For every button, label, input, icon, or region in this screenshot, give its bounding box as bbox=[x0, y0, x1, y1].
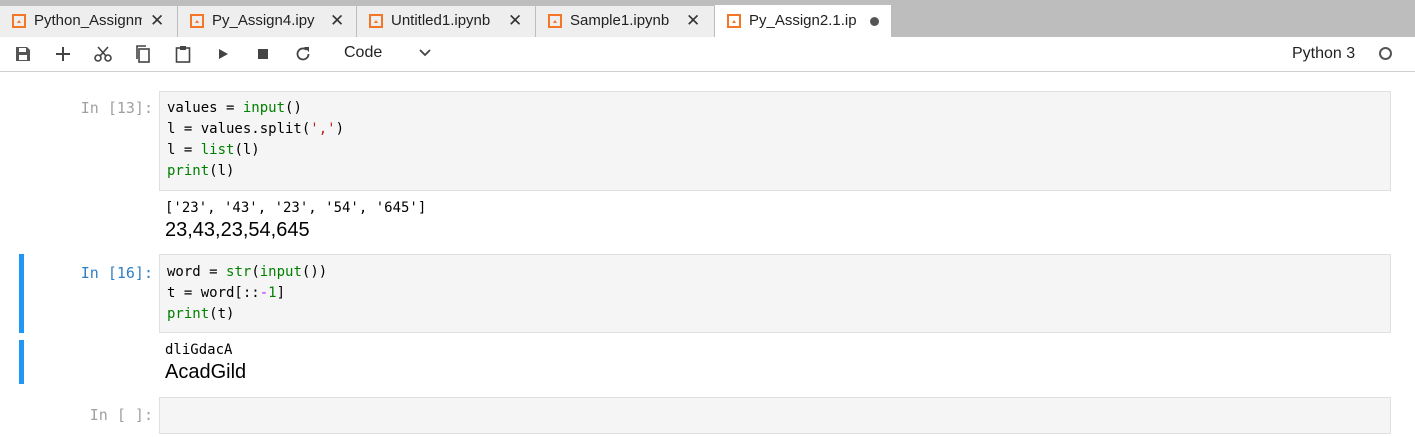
tab-sample1[interactable]: Sample1.ipynb ✕ bbox=[536, 6, 715, 37]
code-editor[interactable] bbox=[159, 397, 1391, 434]
tab-label: Python_Assignm bbox=[34, 12, 142, 29]
cell-prompt: In [16]: bbox=[80, 264, 153, 282]
tab-python-assignm[interactable]: Python_Assignm ✕ bbox=[0, 6, 178, 37]
notebook-icon bbox=[190, 14, 204, 28]
notebook-icon bbox=[12, 14, 26, 28]
output-collapser[interactable] bbox=[19, 340, 24, 384]
copy-icon bbox=[136, 45, 150, 63]
cut-icon bbox=[94, 46, 112, 62]
notebook-icon bbox=[548, 14, 562, 28]
tab-label: Sample1.ipynb bbox=[570, 12, 670, 29]
run-button[interactable] bbox=[211, 43, 235, 65]
unsaved-indicator-icon[interactable] bbox=[870, 17, 879, 26]
cell-prompt: In [ ]: bbox=[89, 406, 153, 424]
code-line: print(t) bbox=[167, 306, 235, 322]
tab-label: Py_Assign4.ipy bbox=[212, 12, 315, 29]
close-icon[interactable]: ✕ bbox=[508, 12, 522, 30]
stop-button[interactable] bbox=[251, 43, 275, 65]
code-editor[interactable]: values = input() l = values.split(',') l… bbox=[159, 91, 1391, 191]
save-button[interactable] bbox=[11, 43, 35, 65]
close-icon[interactable]: ✕ bbox=[150, 12, 164, 30]
chevron-down-icon[interactable] bbox=[418, 46, 432, 60]
code-editor[interactable]: word = str(input()) t = word[::-1] print… bbox=[159, 254, 1391, 333]
notebook-tab-bar: Python_Assignm ✕ Py_Assign4.ipy ✕ Untitl… bbox=[0, 0, 1415, 38]
cut-button[interactable] bbox=[91, 43, 115, 65]
restart-icon bbox=[296, 47, 310, 61]
tab-py-assign2-1[interactable]: Py_Assign2.1.ip bbox=[715, 5, 892, 38]
run-icon bbox=[219, 49, 228, 59]
close-icon[interactable]: ✕ bbox=[686, 12, 700, 30]
code-line: print(l) bbox=[167, 163, 235, 179]
notebook-icon bbox=[727, 14, 741, 28]
tab-label: Untitled1.ipynb bbox=[391, 12, 491, 29]
cell-output: ['23', '43', '23', '54', '645'] bbox=[165, 200, 427, 216]
copy-button[interactable] bbox=[131, 43, 155, 65]
close-icon[interactable]: ✕ bbox=[330, 12, 344, 30]
code-line: l = list(l) bbox=[167, 142, 260, 158]
kernel-status-icon bbox=[1379, 47, 1392, 60]
cell-type-select[interactable]: Code bbox=[344, 44, 382, 62]
add-cell-button[interactable] bbox=[51, 43, 75, 65]
tab-untitled1[interactable]: Untitled1.ipynb ✕ bbox=[357, 6, 536, 37]
cell-output: dliGdacA bbox=[165, 342, 233, 358]
notebook-icon bbox=[369, 14, 383, 28]
code-line: word = str(input()) bbox=[167, 264, 328, 280]
code-line: l = values.split(',') bbox=[167, 121, 345, 137]
stdin-value: AcadGild bbox=[165, 361, 247, 383]
tab-label: Py_Assign2.1.ip bbox=[749, 12, 857, 29]
stdin-value: 23,43,23,54,645 bbox=[165, 219, 310, 241]
restart-button[interactable] bbox=[291, 43, 315, 65]
code-line: values = input() bbox=[167, 100, 302, 116]
code-line: t = word[::-1] bbox=[167, 285, 286, 301]
save-icon bbox=[16, 47, 30, 61]
kernel-name[interactable]: Python 3 bbox=[1292, 45, 1355, 63]
cell-prompt: In [13]: bbox=[80, 99, 153, 117]
paste-button[interactable] bbox=[171, 43, 195, 65]
paste-icon bbox=[175, 46, 191, 63]
tab-py-assign4[interactable]: Py_Assign4.ipy ✕ bbox=[178, 6, 357, 37]
notebook-toolbar: Code Python 3 bbox=[0, 37, 1415, 72]
add-icon bbox=[56, 47, 70, 61]
stop-icon bbox=[258, 49, 268, 59]
